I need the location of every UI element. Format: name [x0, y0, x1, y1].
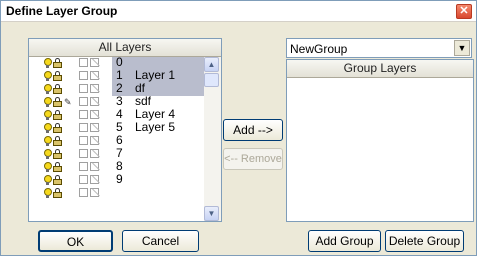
color-swatch[interactable]	[79, 123, 88, 132]
layer-list-scrollbar[interactable]: ▲ ▼	[204, 57, 221, 221]
color-swatch[interactable]	[79, 84, 88, 93]
all-layers-list[interactable]: 0 1 Layer 1 2 df ✎ 3 sdf 4 Layer 4 5 Layer 56789	[29, 57, 204, 221]
scroll-thumb[interactable]	[204, 73, 219, 87]
window-title: Define Layer Group	[6, 4, 118, 18]
linetype-swatch[interactable]	[90, 123, 99, 132]
scroll-up-button[interactable]: ▲	[204, 57, 219, 72]
linetype-swatch[interactable]	[90, 175, 99, 184]
title-bar: Define Layer Group ✕	[1, 1, 476, 22]
add-group-button[interactable]: Add Group	[308, 230, 381, 252]
linetype-swatch[interactable]	[90, 136, 99, 145]
linetype-swatch[interactable]	[90, 97, 99, 106]
all-layers-panel: All Layers 0 1 Layer 1 2 df ✎ 3 sdf 4 Layer 4 5 Lay…	[28, 38, 222, 222]
group-layers-header[interactable]: Group Layers	[287, 60, 473, 78]
lightbulb-icon[interactable]	[44, 162, 52, 172]
group-select-value: NewGroup	[290, 42, 348, 56]
lightbulb-icon[interactable]	[44, 136, 52, 146]
padlock-icon[interactable]	[53, 123, 63, 133]
color-swatch[interactable]	[79, 136, 88, 145]
padlock-icon[interactable]	[53, 149, 63, 159]
add-layer-button[interactable]: Add -->	[223, 119, 283, 141]
group-layers-list[interactable]	[287, 78, 473, 221]
color-swatch[interactable]	[79, 71, 88, 80]
ok-button[interactable]: OK	[38, 230, 113, 252]
lightbulb-icon[interactable]	[44, 97, 52, 107]
chevron-down-icon[interactable]: ▼	[454, 40, 470, 56]
cancel-button[interactable]: Cancel	[122, 230, 199, 252]
pencil-icon: ✎	[64, 97, 72, 107]
linetype-swatch[interactable]	[90, 58, 99, 67]
color-swatch[interactable]	[79, 175, 88, 184]
lightbulb-icon[interactable]	[44, 110, 52, 120]
color-swatch[interactable]	[79, 58, 88, 67]
linetype-swatch[interactable]	[90, 110, 99, 119]
padlock-icon[interactable]	[53, 175, 63, 185]
delete-group-button[interactable]: Delete Group	[385, 230, 464, 252]
layer-row[interactable]: 9	[29, 172, 204, 187]
define-layer-group-dialog: Define Layer Group ✕ All Layers 0 1 Layer …	[0, 0, 477, 256]
padlock-icon[interactable]	[53, 71, 63, 81]
linetype-swatch[interactable]	[90, 162, 99, 171]
group-select[interactable]: NewGroup ▼	[286, 38, 472, 58]
selection-highlight	[112, 83, 204, 96]
lightbulb-icon[interactable]	[44, 149, 52, 159]
lightbulb-icon[interactable]	[44, 84, 52, 94]
lightbulb-icon[interactable]	[44, 71, 52, 81]
padlock-icon[interactable]	[53, 97, 63, 107]
lightbulb-icon[interactable]	[44, 123, 52, 133]
lightbulb-icon[interactable]	[44, 175, 52, 185]
scroll-down-button[interactable]: ▼	[204, 206, 219, 221]
linetype-swatch[interactable]	[90, 149, 99, 158]
linetype-swatch[interactable]	[90, 84, 99, 93]
all-layers-header[interactable]: All Layers	[29, 39, 221, 57]
color-swatch[interactable]	[79, 110, 88, 119]
padlock-icon[interactable]	[53, 58, 63, 68]
layer-row[interactable]	[29, 187, 204, 200]
padlock-icon[interactable]	[53, 136, 63, 146]
color-swatch[interactable]	[79, 97, 88, 106]
remove-layer-button[interactable]: <-- Remove	[223, 148, 283, 170]
close-button[interactable]: ✕	[456, 4, 472, 19]
padlock-icon[interactable]	[53, 162, 63, 172]
layer-name: Layer 5	[135, 120, 176, 134]
padlock-icon[interactable]	[53, 188, 63, 198]
group-layers-panel: Group Layers	[286, 59, 474, 222]
color-swatch[interactable]	[79, 162, 88, 171]
linetype-swatch[interactable]	[90, 188, 99, 197]
lightbulb-icon[interactable]	[44, 188, 52, 198]
lightbulb-icon[interactable]	[44, 58, 52, 68]
padlock-icon[interactable]	[53, 84, 63, 94]
linetype-swatch[interactable]	[90, 71, 99, 80]
padlock-icon[interactable]	[53, 110, 63, 120]
color-swatch[interactable]	[79, 149, 88, 158]
layer-number: 9	[116, 172, 123, 186]
color-swatch[interactable]	[79, 188, 88, 197]
